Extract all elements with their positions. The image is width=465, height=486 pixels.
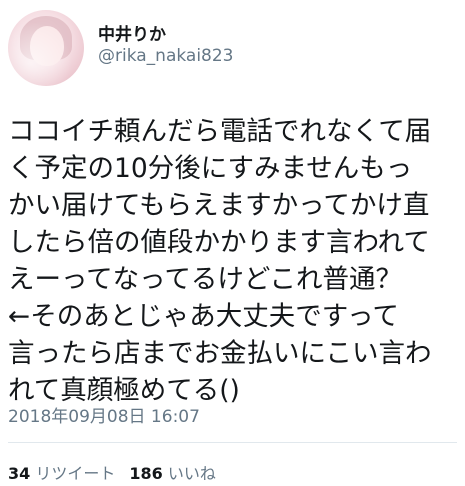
divider	[8, 442, 457, 443]
tweet-line: えーってなってるけどこれ普通？	[8, 264, 403, 295]
tweet-line: ←そのあとじゃあ大丈夫ですって	[8, 301, 399, 332]
tweet-line: したら倍の値段かかります言われて	[8, 227, 430, 258]
user-handle[interactable]: @rika_nakai823	[98, 46, 234, 66]
avatar[interactable]	[8, 10, 84, 86]
likes-count: 186	[129, 464, 163, 483]
tweet-stats: 34 リツイート 186 いいね	[8, 460, 216, 484]
retweets-count: 34	[8, 464, 31, 483]
tweet-line: く予定の10分後にすみませんもっ	[8, 153, 413, 184]
tweet-line: かい届けてもらえますかってかけ直	[8, 190, 430, 221]
retweets-stat[interactable]: 34 リツイート	[8, 464, 115, 483]
tweet-line: ココイチ頼んだら電話でれなくて届	[8, 116, 432, 147]
tweet-line: 言ったら店までお金払いにこい言わ	[8, 338, 432, 369]
tweet-card: 中井りか @rika_nakai823 ココイチ頼んだら電話でれなくて届 く予定…	[0, 0, 465, 486]
avatar-glow	[8, 10, 84, 86]
tweet-timestamp[interactable]: 2018年09月08日 16:07	[8, 402, 200, 427]
likes-label: いいね	[167, 464, 216, 483]
retweets-label: リツイート	[35, 464, 116, 483]
likes-stat[interactable]: 186 いいね	[129, 464, 216, 483]
display-name[interactable]: 中井りか	[98, 20, 166, 45]
tweet-body: ココイチ頼んだら電話でれなくて届 く予定の10分後にすみませんもっ かい届けても…	[8, 113, 460, 409]
